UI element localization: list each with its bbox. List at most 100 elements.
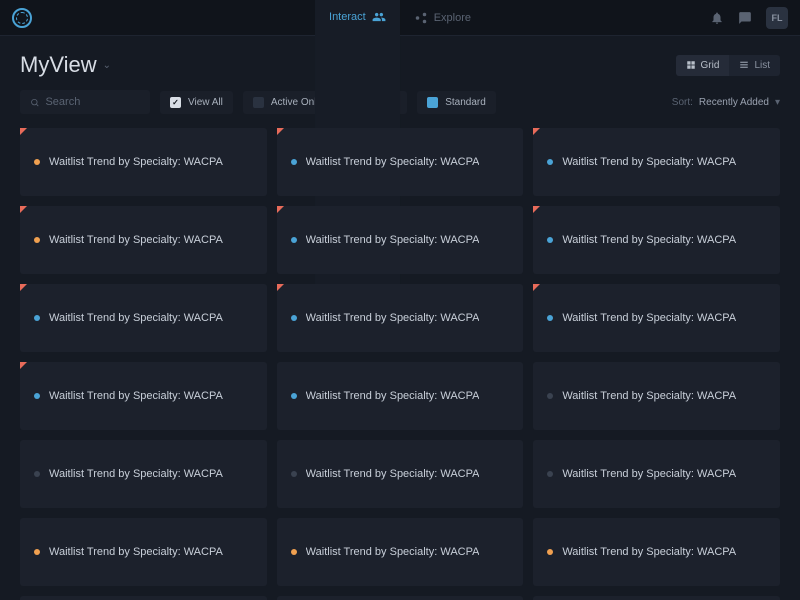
- status-dot: [547, 159, 553, 165]
- card-corner-flag: [533, 284, 540, 291]
- card-corner-flag: [277, 206, 284, 213]
- avatar-initials: FL: [772, 13, 783, 23]
- status-dot: [291, 393, 297, 399]
- card-title: Waitlist Trend by Specialty: WACPA: [562, 468, 736, 480]
- status-dot: [547, 393, 553, 399]
- card-item[interactable]: Waitlist Trend by Specialty: WACPA: [277, 596, 524, 600]
- status-dot: [547, 237, 553, 243]
- card-item[interactable]: Waitlist Trend by Specialty: WACPA: [277, 518, 524, 586]
- card-title: Waitlist Trend by Specialty: WACPA: [562, 546, 736, 558]
- card-title: Waitlist Trend by Specialty: WACPA: [49, 156, 223, 168]
- card-corner-flag: [20, 284, 27, 291]
- view-grid-button[interactable]: Grid: [676, 55, 730, 76]
- status-dot: [547, 315, 553, 321]
- status-dot: [291, 237, 297, 243]
- grid-icon: [686, 60, 696, 70]
- card-title: Waitlist Trend by Specialty: WACPA: [306, 546, 480, 558]
- card-item[interactable]: Waitlist Trend by Specialty: WACPA: [277, 128, 524, 196]
- card-item[interactable]: Waitlist Trend by Specialty: WACPA: [20, 440, 267, 508]
- topbar: Interact Explore FL: [0, 0, 800, 36]
- card-item[interactable]: Waitlist Trend by Specialty: WACPA: [20, 362, 267, 430]
- status-dot: [34, 471, 40, 477]
- card-item[interactable]: Waitlist Trend by Specialty: WACPA: [277, 206, 524, 274]
- card-title: Waitlist Trend by Specialty: WACPA: [49, 312, 223, 324]
- card-item[interactable]: Waitlist Trend by Specialty: WACPA: [533, 284, 780, 352]
- card-corner-flag: [20, 206, 27, 213]
- status-dot: [547, 471, 553, 477]
- nav-tab-label: Interact: [329, 11, 366, 23]
- nav-tab-label: Explore: [434, 12, 471, 24]
- search-box[interactable]: [20, 90, 150, 114]
- share-icon: [414, 11, 428, 25]
- sort-label: Sort:: [672, 97, 693, 108]
- bell-icon: [710, 11, 724, 25]
- card-item[interactable]: Waitlist Trend by Specialty: WACPA: [277, 440, 524, 508]
- search-input[interactable]: [45, 96, 140, 108]
- status-dot: [291, 471, 297, 477]
- view-btn-label: Grid: [701, 60, 720, 71]
- nav-right: FL: [710, 7, 788, 29]
- card-item[interactable]: Waitlist Trend by Specialty: WACPA: [277, 284, 524, 352]
- card-item[interactable]: Waitlist Trend by Specialty: WACPA: [533, 518, 780, 586]
- card-item[interactable]: Waitlist Trend by Specialty: WACPA: [20, 284, 267, 352]
- checkbox-icon: [253, 97, 264, 108]
- card-item[interactable]: Waitlist Trend by Specialty: WACPA: [20, 518, 267, 586]
- card-title: Waitlist Trend by Specialty: WACPA: [306, 234, 480, 246]
- card-corner-flag: [20, 128, 27, 135]
- card-title: Waitlist Trend by Specialty: WACPA: [49, 468, 223, 480]
- card-item[interactable]: Waitlist Trend by Specialty: WACPA: [20, 596, 267, 600]
- status-dot: [34, 159, 40, 165]
- card-title: Waitlist Trend by Specialty: WACPA: [562, 234, 736, 246]
- card-title: Waitlist Trend by Specialty: WACPA: [306, 156, 480, 168]
- card-title: Waitlist Trend by Specialty: WACPA: [306, 312, 480, 324]
- sort-value: Recently Added: [699, 97, 769, 108]
- status-dot: [547, 549, 553, 555]
- card-item[interactable]: Waitlist Trend by Specialty: WACPA: [533, 596, 780, 600]
- card-title: Waitlist Trend by Specialty: WACPA: [562, 312, 736, 324]
- card-item[interactable]: Waitlist Trend by Specialty: WACPA: [20, 128, 267, 196]
- card-item[interactable]: Waitlist Trend by Specialty: WACPA: [533, 128, 780, 196]
- status-dot: [34, 237, 40, 243]
- card-item[interactable]: Waitlist Trend by Specialty: WACPA: [277, 362, 524, 430]
- people-icon: [372, 10, 386, 24]
- status-dot: [291, 315, 297, 321]
- chat-button[interactable]: [738, 11, 752, 25]
- chat-icon: [738, 11, 752, 25]
- sort-dropdown[interactable]: Sort: Recently Added ▾: [672, 97, 780, 108]
- card-title: Waitlist Trend by Specialty: WACPA: [49, 546, 223, 558]
- status-dot: [34, 393, 40, 399]
- card-corner-flag: [277, 284, 284, 291]
- card-corner-flag: [533, 206, 540, 213]
- view-list-button[interactable]: List: [729, 55, 780, 76]
- title-dropdown-chevron[interactable]: ⌄: [103, 60, 111, 71]
- checkbox-icon: ✓: [170, 97, 181, 108]
- status-dot: [34, 549, 40, 555]
- card-corner-flag: [277, 128, 284, 135]
- view-toggle: Grid List: [676, 55, 780, 76]
- filter-view-all[interactable]: ✓ View All: [160, 91, 233, 114]
- filter-label: Active Only: [271, 97, 322, 108]
- card-title: Waitlist Trend by Specialty: WACPA: [562, 390, 736, 402]
- view-btn-label: List: [754, 60, 770, 71]
- card-title: Waitlist Trend by Specialty: WACPA: [49, 234, 223, 246]
- filter-label: View All: [188, 97, 223, 108]
- status-dot: [34, 315, 40, 321]
- card-title: Waitlist Trend by Specialty: WACPA: [562, 156, 736, 168]
- card-title: Waitlist Trend by Specialty: WACPA: [306, 468, 480, 480]
- card-item[interactable]: Waitlist Trend by Specialty: WACPA: [533, 362, 780, 430]
- list-icon: [739, 60, 749, 70]
- user-avatar[interactable]: FL: [766, 7, 788, 29]
- card-corner-flag: [533, 128, 540, 135]
- notifications-button[interactable]: [710, 11, 724, 25]
- card-item[interactable]: Waitlist Trend by Specialty: WACPA: [533, 206, 780, 274]
- card-title: Waitlist Trend by Specialty: WACPA: [49, 390, 223, 402]
- search-icon: [30, 97, 39, 108]
- card-corner-flag: [20, 362, 27, 369]
- card-item[interactable]: Waitlist Trend by Specialty: WACPA: [20, 206, 267, 274]
- card-item[interactable]: Waitlist Trend by Specialty: WACPA: [533, 440, 780, 508]
- chevron-down-icon: ▾: [775, 97, 780, 108]
- app-logo[interactable]: [12, 8, 32, 28]
- status-dot: [291, 159, 297, 165]
- status-dot: [291, 549, 297, 555]
- page-title: MyView: [20, 52, 97, 78]
